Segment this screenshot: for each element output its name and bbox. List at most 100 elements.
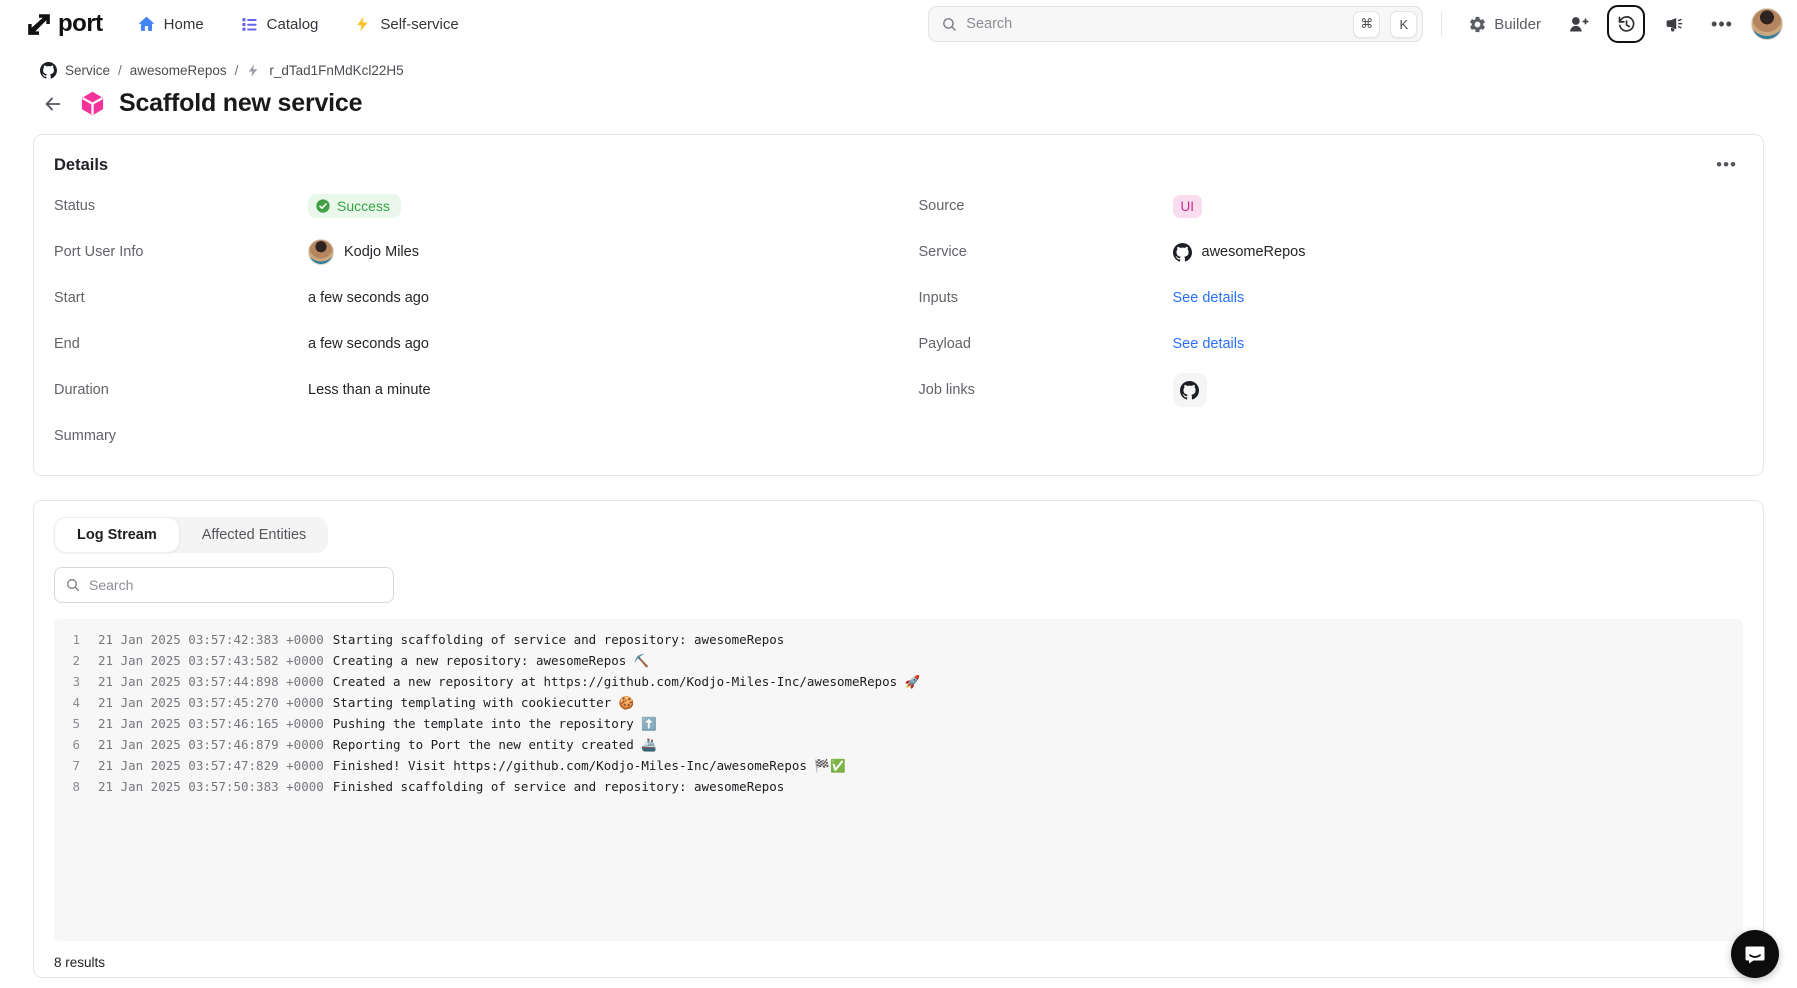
detail-row-service: Service awesomeRepos [919, 229, 1744, 275]
builder-button[interactable]: Builder [1460, 9, 1549, 40]
results-count: 8 results [54, 955, 1743, 970]
log-timestamp: 21 Jan 2025 03:57:42:383 +0000 [98, 629, 324, 650]
log-timestamp: 21 Jan 2025 03:57:50:383 +0000 [98, 776, 324, 797]
log-message: Finished! Visit https://github.com/Kodjo… [333, 755, 846, 776]
cmd-keycap: ⌘ [1353, 11, 1380, 38]
search-icon [941, 16, 958, 33]
tab-affected-entities[interactable]: Affected Entities [180, 517, 329, 553]
port-logo[interactable]: port [26, 10, 103, 38]
source-label: Source [919, 198, 1173, 214]
log-line: 2 21 Jan 2025 03:57:43:582 +0000 Creatin… [54, 650, 1743, 671]
user-name: Kodjo Miles [344, 244, 419, 260]
chat-widget-button[interactable] [1731, 930, 1779, 978]
detail-row-end: End a few seconds ago [54, 321, 879, 367]
nav-item-catalog[interactable]: Catalog [240, 15, 319, 34]
inputs-label: Inputs [919, 290, 1173, 306]
nav-item-self-service[interactable]: Self-service [354, 15, 458, 33]
log-stream[interactable]: 1 21 Jan 2025 03:57:42:383 +0000 Startin… [54, 619, 1743, 941]
log-timestamp: 21 Jan 2025 03:57:46:165 +0000 [98, 713, 324, 734]
log-search[interactable] [54, 567, 394, 603]
gear-icon [1468, 15, 1487, 34]
payload-see-details-link[interactable]: See details [1173, 336, 1245, 352]
log-line: 5 21 Jan 2025 03:57:46:165 +0000 Pushing… [54, 713, 1743, 734]
nav-item-label: Home [164, 16, 204, 33]
nav-divider [1441, 12, 1442, 36]
log-message: Pushing the template into the repository… [333, 713, 657, 734]
log-message: Creating a new repository: awesomeRepos … [333, 650, 650, 671]
detail-row-status: Status Success [54, 183, 879, 229]
tab-log-stream[interactable]: Log Stream [54, 517, 180, 553]
log-line: 7 21 Jan 2025 03:57:47:829 +0000 Finishe… [54, 755, 1743, 776]
user-avatar[interactable] [1751, 8, 1783, 40]
source-badge: UI [1173, 195, 1203, 218]
details-more-button[interactable]: ••• [1710, 153, 1743, 177]
log-line: 3 21 Jan 2025 03:57:44:898 +0000 Created… [54, 671, 1743, 692]
detail-row-job-links: Job links [919, 367, 1744, 413]
log-line-number: 3 [54, 671, 98, 692]
log-line-number: 6 [54, 734, 98, 755]
github-icon [1173, 243, 1192, 262]
duration-label: Duration [54, 382, 308, 398]
nav-left: port Home Catalog [26, 10, 459, 38]
check-circle-icon [315, 198, 331, 214]
log-message: Created a new repository at https://gith… [333, 671, 921, 692]
top-nav: port Home Catalog [0, 0, 1797, 48]
invite-users-button[interactable] [1559, 5, 1597, 43]
announcements-button[interactable] [1655, 5, 1693, 43]
log-line: 4 21 Jan 2025 03:57:45:270 +0000 Startin… [54, 692, 1743, 713]
back-button[interactable] [40, 91, 66, 117]
status-badge-text: Success [337, 198, 390, 214]
nav-item-label: Catalog [267, 16, 319, 33]
log-line-number: 7 [54, 755, 98, 776]
person-plus-icon [1568, 14, 1589, 35]
inputs-see-details-link[interactable]: See details [1173, 290, 1245, 306]
global-search-input[interactable] [966, 16, 1343, 32]
catalog-icon [240, 15, 259, 34]
summary-label: Summary [54, 428, 308, 444]
detail-row-duration: Duration Less than a minute [54, 367, 879, 413]
breadcrumb-separator: / [235, 63, 239, 78]
end-value: a few seconds ago [308, 336, 429, 352]
breadcrumb-blueprint[interactable]: awesomeRepos [130, 63, 227, 78]
breadcrumb-separator: / [118, 63, 122, 78]
details-left-column: Status Success Port User Info [54, 183, 879, 459]
k-keycap: K [1390, 11, 1417, 38]
log-search-input[interactable] [89, 577, 383, 593]
log-line: 6 21 Jan 2025 03:57:46:879 +0000 Reporti… [54, 734, 1743, 755]
github-icon [1180, 381, 1199, 400]
status-badge: Success [308, 194, 401, 218]
payload-label: Payload [919, 336, 1173, 352]
global-search[interactable]: ⌘ K [928, 6, 1423, 42]
log-card: Log Stream Affected Entities 1 21 Jan 20… [33, 500, 1764, 978]
log-message: Starting templating with cookiecutter 🍪 [333, 692, 635, 713]
log-line: 8 21 Jan 2025 03:57:50:383 +0000 Finishe… [54, 776, 1743, 797]
duration-value: Less than a minute [308, 382, 431, 398]
nav-item-home[interactable]: Home [137, 15, 204, 34]
history-icon [1616, 14, 1637, 35]
github-icon [40, 62, 57, 79]
scaffold-cube-icon [79, 90, 106, 117]
runs-history-button[interactable] [1607, 5, 1645, 43]
job-links-label: Job links [919, 382, 1173, 398]
details-heading: Details [54, 156, 108, 175]
log-line-number: 1 [54, 629, 98, 650]
end-label: End [54, 336, 308, 352]
log-line-number: 4 [54, 692, 98, 713]
detail-row-user: Port User Info Kodjo Miles [54, 229, 879, 275]
details-card-header: Details ••• [54, 153, 1743, 177]
user-label: Port User Info [54, 244, 308, 260]
service-value[interactable]: awesomeRepos [1202, 244, 1306, 260]
start-label: Start [54, 290, 308, 306]
home-icon [137, 15, 156, 34]
detail-row-summary: Summary [54, 413, 879, 459]
detail-row-payload: Payload See details [919, 321, 1744, 367]
breadcrumb: Service / awesomeRepos / r_dTad1FnMdKcl2… [40, 62, 1764, 79]
more-options-button[interactable]: ••• [1703, 5, 1741, 43]
status-label: Status [54, 198, 308, 214]
run-lightning-icon [246, 63, 261, 78]
breadcrumb-service[interactable]: Service [65, 63, 110, 78]
job-link-github-button[interactable] [1173, 373, 1207, 407]
page-title: Scaffold new service [119, 89, 362, 118]
builder-label: Builder [1494, 16, 1541, 33]
ellipsis-icon: ••• [1711, 14, 1733, 35]
